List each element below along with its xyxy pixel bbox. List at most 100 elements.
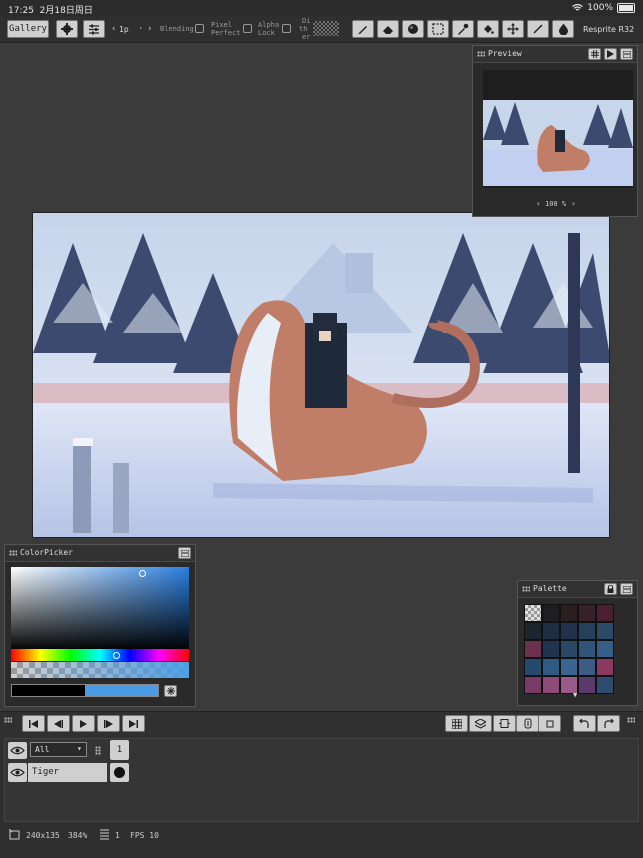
palette-swatch[interactable] (578, 640, 596, 658)
menu-icon (180, 549, 189, 557)
eyedropper-tool[interactable] (452, 20, 474, 38)
palette-swatch[interactable] (578, 622, 596, 640)
preview-zoom-prev[interactable]: ‹ (536, 199, 541, 208)
last-frame-button[interactable] (122, 715, 145, 732)
frame-add-button[interactable] (493, 715, 516, 732)
palette-swatch[interactable] (596, 640, 614, 658)
grid-icon (590, 50, 599, 58)
alpha-lock-label-2: Lock (258, 29, 275, 37)
settings-button[interactable] (56, 20, 78, 38)
canvas-size-icon[interactable] (9, 829, 20, 840)
drag-grip-icon[interactable] (522, 586, 530, 592)
palette-swatch[interactable] (596, 676, 614, 694)
pencil-tool[interactable] (352, 20, 374, 38)
frame-copy-button[interactable] (538, 715, 561, 732)
palette-menu-button[interactable] (620, 583, 633, 595)
drag-grip-icon[interactable] (9, 550, 17, 556)
app-name: Resprite R32 (583, 25, 635, 34)
palette-swatch[interactable] (542, 676, 560, 694)
select-tool[interactable] (427, 20, 449, 38)
saturation-value-field[interactable] (11, 567, 189, 651)
drag-grip-icon[interactable] (4, 717, 12, 723)
keyframe-cell-tiger-1[interactable] (110, 763, 129, 782)
palette-swatch[interactable] (560, 604, 578, 622)
palette-swatch[interactable] (542, 640, 560, 658)
redo-icon (604, 718, 614, 728)
palette-swatch[interactable] (524, 604, 542, 622)
preview-play-button[interactable] (604, 48, 617, 60)
gallery-button[interactable]: Gallery (7, 20, 49, 38)
prev-frame-button[interactable] (47, 715, 70, 732)
palette-swatch[interactable] (542, 658, 560, 676)
canvas-size[interactable]: 240x135 (26, 831, 60, 840)
hue-cursor[interactable] (113, 652, 120, 659)
fps-value[interactable]: FPS 10 (130, 831, 159, 840)
preview-titlebar[interactable]: Preview (473, 46, 637, 63)
play-button[interactable] (72, 715, 95, 732)
colorpicker-title: ColorPicker (20, 548, 73, 557)
palette-swatch[interactable] (578, 658, 596, 676)
skip-back-icon (29, 719, 38, 728)
pixel-perfect-checkbox[interactable] (243, 24, 252, 33)
first-frame-button[interactable] (22, 715, 45, 732)
current-color-swatch[interactable] (11, 684, 159, 697)
drag-grip-icon[interactable] (95, 746, 101, 755)
frame-cell-1[interactable]: 1 (110, 740, 129, 760)
fill-sphere-tool[interactable] (402, 20, 424, 38)
undo-button[interactable] (573, 715, 596, 732)
blending-checkbox[interactable] (195, 24, 204, 33)
adjust-button[interactable] (83, 20, 105, 38)
visibility-toggle-all[interactable] (8, 742, 27, 759)
palette-titlebar[interactable]: Palette (518, 581, 637, 598)
eraser-tool[interactable] (377, 20, 399, 38)
palette-swatch[interactable] (596, 604, 614, 622)
redo-button[interactable] (597, 715, 620, 732)
palette-swatch[interactable] (542, 622, 560, 640)
preview-grid-button[interactable] (588, 48, 601, 60)
palette-swatch[interactable] (596, 658, 614, 676)
palette-swatch[interactable] (560, 658, 578, 676)
preview-panel: Preview ‹ 100 % › (472, 45, 638, 217)
colorpicker-titlebar[interactable]: ColorPicker (5, 545, 195, 562)
palette-swatch[interactable] (524, 622, 542, 640)
palette-swatch[interactable] (596, 622, 614, 640)
preview-menu-button[interactable] (620, 48, 633, 60)
onion-grid-button[interactable] (445, 715, 468, 732)
palette-swatch[interactable] (578, 676, 596, 694)
dither-pattern-selector[interactable] (313, 21, 339, 36)
palette-swatch[interactable] (560, 640, 578, 658)
alpha-slider[interactable] (11, 662, 189, 678)
palette-swatch[interactable] (524, 658, 542, 676)
bucket-tool[interactable] (477, 20, 499, 38)
frame-link-button[interactable] (516, 715, 539, 732)
hue-slider[interactable] (11, 649, 189, 661)
move-tool[interactable] (502, 20, 524, 38)
drag-grip-icon[interactable] (627, 717, 635, 723)
next-frame-button[interactable] (97, 715, 120, 732)
palette-swatch[interactable] (524, 640, 542, 658)
drawing-canvas[interactable] (32, 212, 610, 538)
eye-icon (10, 746, 25, 755)
palette-lock-button[interactable] (604, 583, 617, 595)
line-tool[interactable] (527, 20, 549, 38)
palette-swatch[interactable] (560, 622, 578, 640)
layers-button[interactable] (469, 715, 492, 732)
top-toolbar: Gallery ‹ 1p · › Blending Pixel Perfect … (0, 16, 643, 43)
palette-swatch[interactable] (524, 676, 542, 694)
layer-row-tiger[interactable]: Tiger (28, 763, 107, 782)
palette-swatch[interactable] (542, 604, 560, 622)
drag-grip-icon[interactable] (477, 51, 485, 57)
color-options-button[interactable] (164, 685, 177, 697)
brush-size-next[interactable]: › (147, 24, 152, 34)
alpha-lock-checkbox[interactable] (282, 24, 291, 33)
layer-filter-select[interactable]: All ▾ (30, 742, 87, 757)
clock: 17:25 (8, 6, 34, 16)
visibility-toggle-tiger[interactable] (8, 763, 27, 782)
preview-zoom-next[interactable]: › (571, 199, 576, 208)
sv-cursor[interactable] (139, 570, 146, 577)
dither-tool[interactable] (552, 20, 574, 38)
palette-scroll-down-icon[interactable]: ▼ (573, 691, 577, 699)
palette-swatch[interactable] (578, 604, 596, 622)
colorpicker-menu-button[interactable] (178, 547, 191, 559)
brush-size-prev[interactable]: ‹ (111, 24, 116, 34)
